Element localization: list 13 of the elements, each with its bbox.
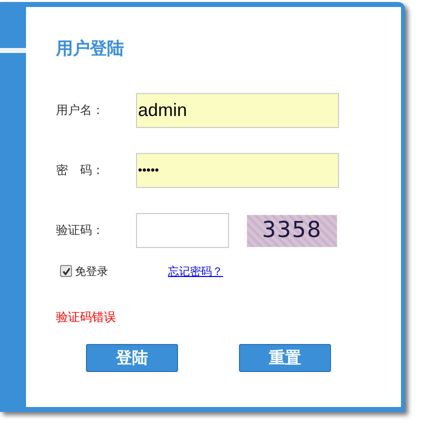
remember-checkbox[interactable] [60,265,72,277]
field-label: 密 码： [56,162,105,179]
input-field[interactable]: admin [136,93,339,128]
forgot-password-link[interactable]: 忘记密码？ [168,264,223,278]
error-message: 验证码错误 [56,309,117,325]
field-label: 验证码： [56,222,105,239]
login-title: 用户登陆 [56,38,125,61]
field-label: 用户名： [56,102,105,119]
side-stripe [0,48,26,53]
input-field[interactable]: ••••• [136,153,339,188]
remember-label: 免登录 [75,264,108,278]
captcha-code[interactable]: 3358 [247,214,337,246]
input-field[interactable] [136,213,229,248]
